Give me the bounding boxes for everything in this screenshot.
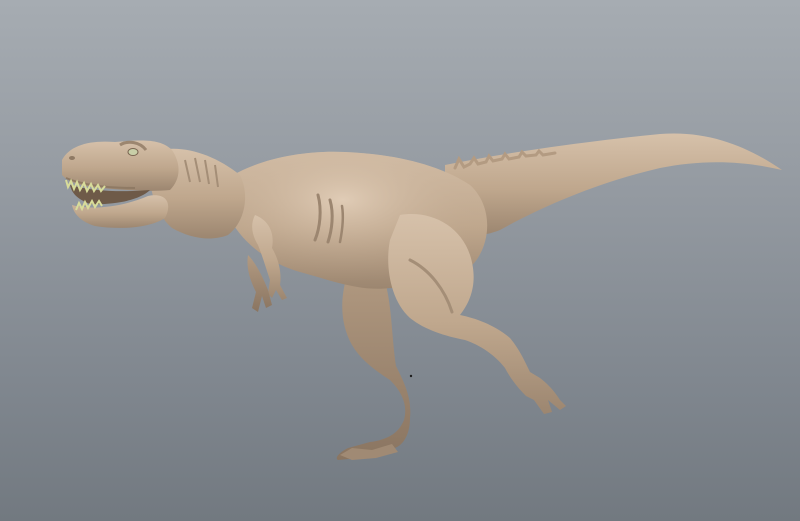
trex-sculpt-model[interactable] <box>0 0 800 521</box>
3d-viewport[interactable] <box>0 0 800 521</box>
head-and-neck <box>62 140 246 239</box>
tail <box>445 133 782 236</box>
eye <box>127 148 139 156</box>
scene-marker <box>409 374 413 378</box>
